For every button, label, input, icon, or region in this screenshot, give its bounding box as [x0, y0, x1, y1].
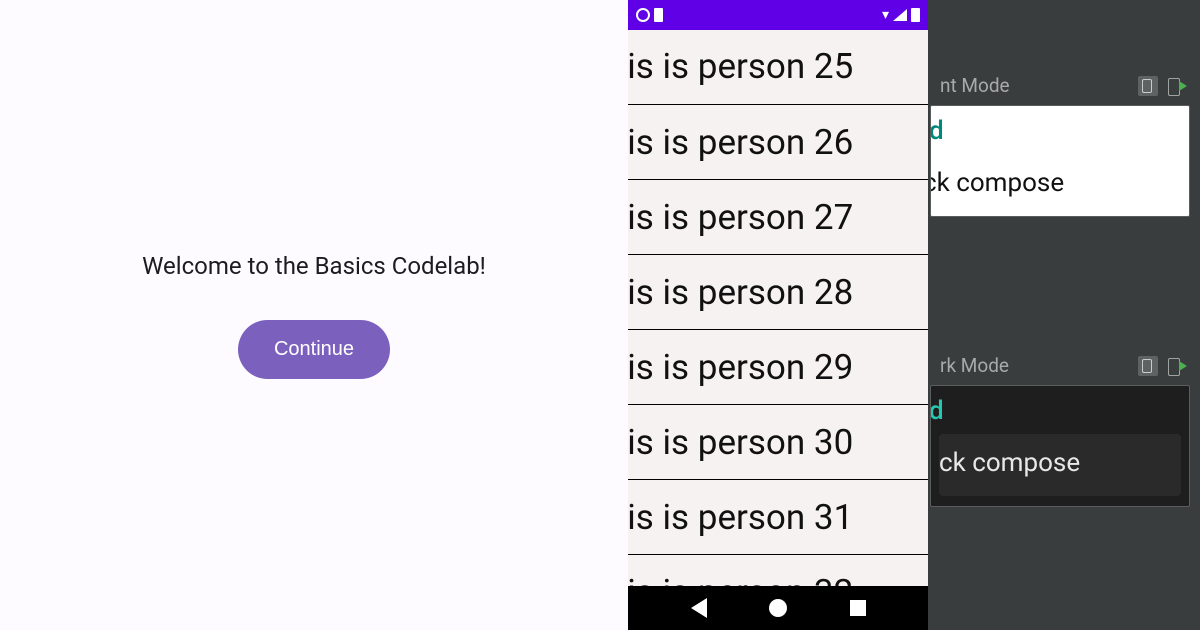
- list-item[interactable]: his is person 27: [628, 179, 928, 255]
- android-emulator: ▾ his is person 25 his is person 26 his …: [628, 0, 928, 630]
- android-nav-bar: [628, 586, 928, 630]
- battery-small-icon: [654, 8, 663, 22]
- list-item[interactable]: his is person 28: [628, 254, 928, 330]
- back-icon[interactable]: [691, 598, 707, 618]
- home-icon[interactable]: [769, 599, 787, 617]
- list-item[interactable]: his is person 26: [628, 104, 928, 180]
- list-item[interactable]: his is person 32: [628, 554, 928, 586]
- list-item[interactable]: his is person 31: [628, 479, 928, 555]
- card-body: ck compose: [939, 434, 1181, 496]
- card-title: d: [931, 386, 1189, 434]
- preview-dark-block: rk Mode d ck compose: [928, 348, 1190, 507]
- welcome-heading: Welcome to the Basics Codelab!: [142, 252, 486, 284]
- preview-light-block: nt Mode d ck compose: [928, 68, 1190, 217]
- preview-card-light[interactable]: d ck compose: [930, 105, 1190, 217]
- continue-button[interactable]: Continue: [238, 320, 390, 379]
- interactive-mode-icon[interactable]: [1138, 356, 1158, 376]
- wifi-icon: ▾: [882, 8, 889, 22]
- list-item[interactable]: his is person 25: [628, 30, 928, 105]
- list-item[interactable]: his is person 30: [628, 404, 928, 480]
- interactive-mode-icon[interactable]: [1138, 76, 1158, 96]
- battery-icon: [911, 8, 920, 22]
- onboarding-screen: Welcome to the Basics Codelab! Continue: [0, 0, 628, 630]
- preview-mode-label: nt Mode: [940, 74, 1010, 97]
- recents-icon[interactable]: [850, 600, 866, 616]
- card-title: d: [931, 106, 1189, 154]
- clock-icon: [636, 8, 650, 22]
- person-list[interactable]: his is person 25 his is person 26 his is…: [628, 30, 928, 586]
- preview-card-dark[interactable]: d ck compose: [930, 385, 1190, 507]
- list-item[interactable]: his is person 29: [628, 329, 928, 405]
- card-body: ck compose: [931, 154, 1189, 216]
- signal-icon: [893, 9, 907, 21]
- preview-mode-label: rk Mode: [940, 354, 1009, 377]
- compose-preview-pane: nt Mode d ck compose rk Mode d: [928, 0, 1200, 630]
- deploy-preview-icon[interactable]: [1166, 76, 1186, 96]
- deploy-preview-icon[interactable]: [1166, 356, 1186, 376]
- status-bar: ▾: [628, 0, 928, 30]
